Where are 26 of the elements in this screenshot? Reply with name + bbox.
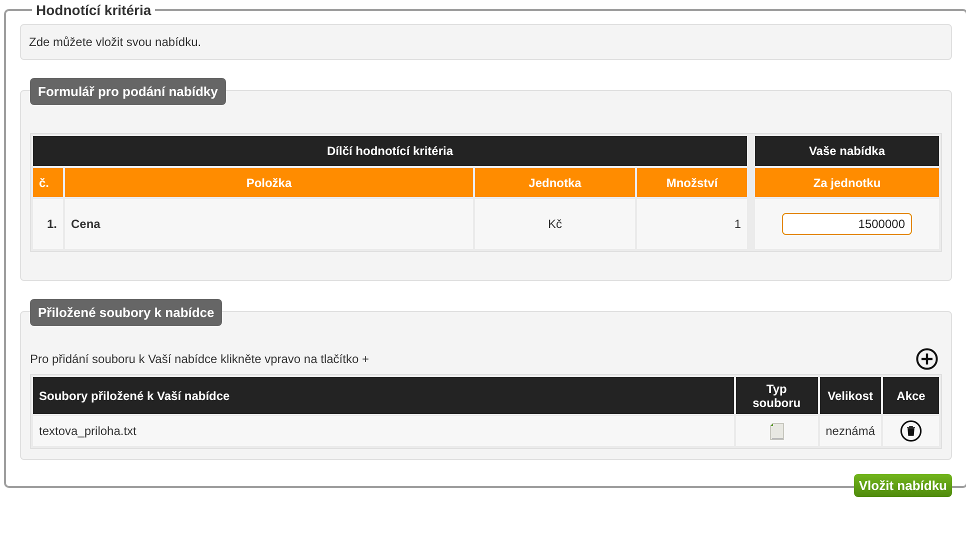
info-message: Zde můžete vložit svou nabídku. — [20, 24, 952, 60]
column-header: Za jednotku — [755, 168, 939, 197]
table-cell: Cena — [65, 199, 473, 249]
column-header: č. — [33, 168, 63, 197]
table-cell: Kč — [475, 199, 635, 249]
column-group-header: Vaše nabídka — [755, 136, 939, 166]
hint-text: Pro přidání souboru k Vaší nabídce klikněte vpravo na tlačítko + — [30, 352, 369, 366]
column-group-header: Dílčí hodnotící kritéria — [33, 136, 747, 166]
column-header: Jednotka — [475, 168, 635, 197]
panel-title: Hodnotící kritéria — [35, 2, 152, 18]
delete-button[interactable] — [900, 420, 922, 442]
price-input[interactable]: 1500000 — [782, 213, 912, 235]
file-icon — [770, 422, 784, 440]
table-cell: 1 — [637, 199, 747, 249]
column-header: Soubory přiložené k Vaší nabídce — [33, 377, 734, 414]
section-title: Formulář pro podání nabídky — [30, 78, 226, 105]
add-button[interactable] — [916, 348, 938, 370]
table-cell: textova_priloha.txt — [33, 416, 734, 446]
column-header: Položka — [65, 168, 473, 197]
column-header: Typ souboru — [736, 377, 818, 414]
column-header: Množství — [637, 168, 747, 197]
section-title: Přiložené soubory k nabídce — [30, 299, 222, 326]
table-cell: neznámá — [820, 416, 881, 446]
table-cell: 1. — [33, 199, 63, 249]
column-header: Velikost — [820, 377, 881, 414]
column-header: Akce — [883, 377, 939, 414]
